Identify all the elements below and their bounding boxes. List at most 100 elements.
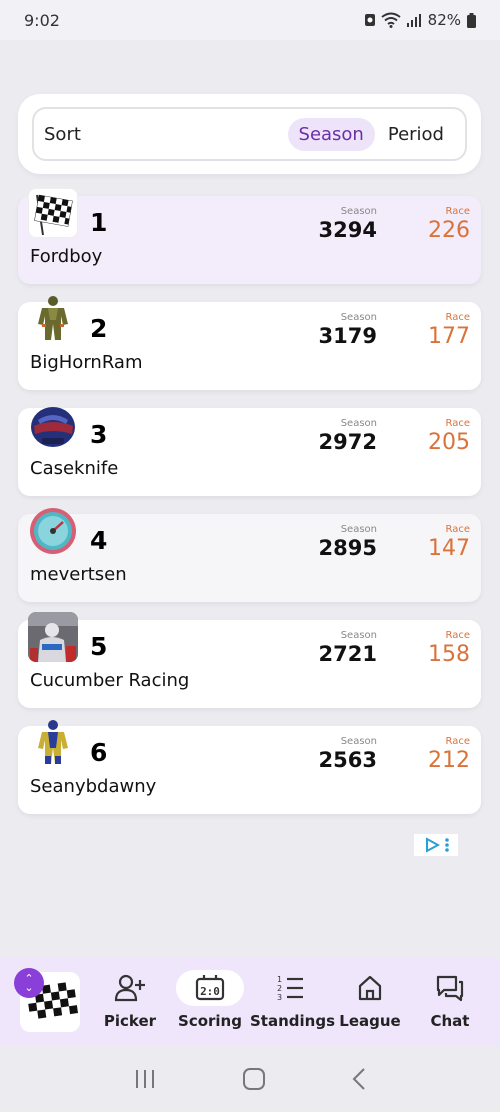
season-label: Season [340,630,377,641]
gauge-icon [28,506,78,556]
svg-text:1: 1 [277,975,282,984]
race-label: Race [445,206,470,217]
status-time: 9:02 [24,10,60,30]
season-stat: Season 2563 [319,736,377,772]
driver-photo [28,612,78,662]
wifi-icon [381,12,401,28]
race-stat: Race 205 [428,418,470,455]
racing-helmet-icon [28,400,78,450]
race-points: 212 [428,748,470,773]
team-name: Caseknife [30,458,119,479]
race-stat: Race 226 [428,206,470,243]
season-stat: Season 3179 [319,312,377,348]
notification-icon [364,14,375,26]
season-points: 2563 [318,748,377,772]
race-points: 158 [428,642,470,667]
rank: 3 [90,420,108,449]
race-stat: Race 177 [428,312,470,349]
add-user-icon [90,970,170,1006]
home-button-icon[interactable] [242,1067,266,1091]
race-label: Race [445,630,470,641]
standings-row[interactable]: 4 mevertsen Season 2895 Race 147 [18,508,481,602]
race-stat: Race 158 [428,630,470,667]
rank: 4 [90,526,108,555]
race-points: 226 [428,218,470,243]
recent-apps-icon[interactable] [133,1068,157,1090]
season-label: Season [340,418,377,429]
nav-label: Picker [103,1012,157,1030]
season-points: 3294 [318,218,377,242]
race-label: Race [445,418,470,429]
team-name: BigHornRam [30,352,143,373]
standings-row[interactable]: 3 Caseknife Season 2972 Race 205 [18,407,481,496]
standings-row[interactable]: 1 Fordboy Season 3294 Race 226 [18,188,481,284]
racing-suit-green-icon [28,294,78,344]
season-label: Season [340,312,377,323]
sort-card: Sort Season Period [18,94,481,174]
nav-scoring[interactable]: 2:0 Scoring [170,970,250,1030]
team-switch-button[interactable]: ⌃ ⌄ [14,968,44,998]
svg-text:2:0: 2:0 [200,985,220,998]
sort-option-period[interactable]: Period [377,118,455,151]
nav-label: Chat [430,1012,470,1030]
nav-label: Scoring [178,1012,242,1030]
race-points: 205 [428,430,470,455]
season-points: 2721 [318,642,377,666]
race-points: 177 [428,324,470,349]
chat-icon [410,970,490,1006]
checkered-flag-icon [28,188,78,238]
nav-label: League [339,1012,401,1030]
home-icon [330,970,410,1006]
nav-chat[interactable]: Chat [410,970,490,1030]
signal-icon [406,14,421,27]
nav-standings[interactable]: 123 Standings [250,970,335,1030]
back-icon[interactable] [351,1067,367,1091]
sort-label: Sort [44,123,81,145]
race-label: Race [445,312,470,323]
nav-league[interactable]: League [330,970,410,1030]
season-stat: Season 3294 [319,206,377,242]
racing-suit-yellow-icon [28,718,78,768]
scoreboard-icon: 2:0 [176,970,244,1006]
battery-icon [467,12,476,28]
season-label: Season [340,736,377,747]
status-bar: 9:02 82% [0,0,500,40]
chevron-down-icon: ⌄ [24,981,34,994]
battery-percent: 82% [427,11,461,29]
nav-label: Standings [250,1012,335,1030]
status-icons [364,12,422,28]
status-right: 82% [364,11,476,29]
race-points: 147 [428,536,470,561]
season-points: 3179 [318,324,377,348]
sort-option-season[interactable]: Season [287,117,375,151]
svg-text:2: 2 [277,984,282,993]
svg-text:3: 3 [277,993,282,1002]
team-name: Fordboy [30,246,103,267]
race-stat: Race 147 [428,524,470,561]
season-stat: Season 2895 [319,524,377,560]
rank: 6 [90,738,108,767]
ranked-list-icon: 123 [250,970,330,1006]
ad-choices-badge[interactable] [414,834,458,856]
season-stat: Season 2972 [319,418,377,454]
race-label: Race [445,736,470,747]
bottom-nav: ⌃ ⌄ Picker 2:0 Scoring 123 Standings Lea… [0,958,500,1046]
race-label: Race [445,524,470,535]
standings-row[interactable]: 6 Seanybdawny Season 2563 Race 212 [18,720,481,814]
season-points: 2972 [318,430,377,454]
team-name: Seanybdawny [30,776,157,797]
ad-play-icon [425,837,440,853]
team-name: mevertsen [30,564,127,585]
rank: 5 [90,632,108,661]
season-label: Season [340,524,377,535]
sort-control: Sort Season Period [32,107,467,161]
season-label: Season [340,206,377,217]
standings-row[interactable]: 5 Cucumber Racing Season 2721 Race 158 [18,612,481,708]
rank: 2 [90,314,108,343]
system-nav-bar [0,1046,500,1112]
team-name: Cucumber Racing [30,670,190,691]
nav-picker[interactable]: Picker [90,970,170,1030]
standings-row[interactable]: 2 BigHornRam Season 3179 Race 177 [18,296,481,390]
race-stat: Race 212 [428,736,470,773]
season-stat: Season 2721 [319,630,377,666]
